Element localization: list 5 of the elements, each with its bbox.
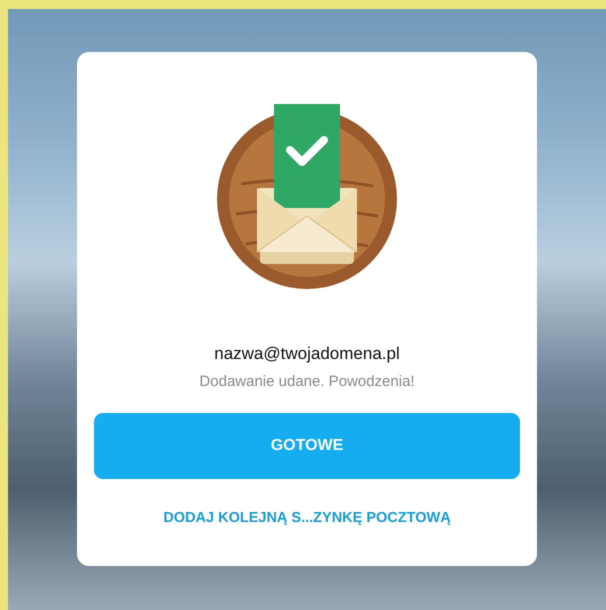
success-message: Dodawanie udane. Powodzenia!: [199, 373, 415, 391]
done-button[interactable]: GOTOWE: [94, 413, 520, 479]
envelope-check-icon: [216, 104, 398, 290]
email-address: nazwa@twojadomena.pl: [214, 344, 400, 364]
add-another-mailbox-link[interactable]: DODAJ KOLEJNĄ S...ZYNKĘ POCZTOWĄ: [163, 510, 451, 526]
